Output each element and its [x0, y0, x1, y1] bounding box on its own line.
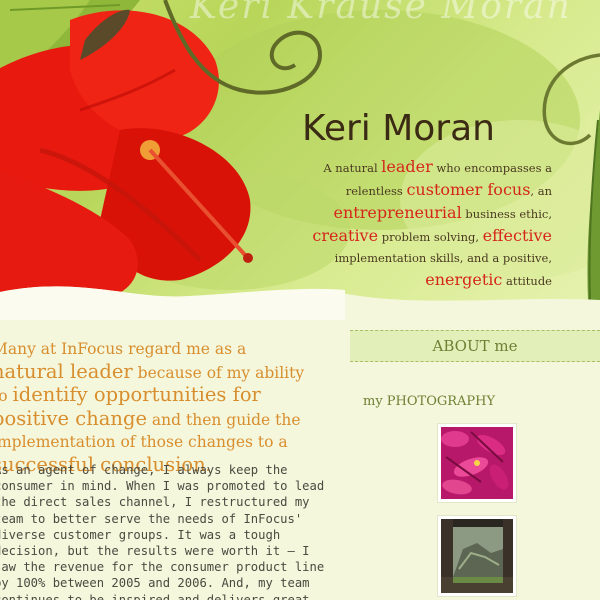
intro-text: Many at InFocus regard me as a — [0, 340, 247, 358]
ruins-photo — [441, 519, 513, 593]
header-watermark: Keri Krause Moran — [190, 0, 572, 27]
tagline: A natural leader who encompasses a relen… — [312, 156, 552, 292]
sidebar: ABOUT me my PHOTOGRAPHY — [350, 320, 600, 600]
site-title: Keri Moran — [302, 108, 495, 149]
tagline-highlight-creative: creative — [312, 226, 379, 245]
about-me-link[interactable]: ABOUT me — [350, 330, 600, 362]
header-banner: Keri Krause Moran Keri Moran A natural l… — [0, 0, 600, 320]
tagline-text: , an — [530, 184, 552, 198]
tagline-text: attitude — [502, 274, 552, 288]
tagline-highlight-leader: leader — [381, 157, 433, 176]
flowers-photo — [441, 427, 513, 499]
tagline-text: business ethic, — [461, 207, 552, 221]
tagline-text: implementation skills, and a positive, — [334, 251, 552, 265]
tagline-highlight-effective: effective — [482, 226, 552, 245]
photo-thumbnail-flowers[interactable] — [437, 423, 517, 503]
tagline-highlight-energetic: energetic — [425, 270, 503, 289]
photography-heading: my PHOTOGRAPHY — [363, 394, 496, 409]
tagline-text: A natural — [323, 161, 382, 175]
intro-emphasis: natural leader — [0, 359, 133, 383]
tagline-highlight-entrepreneurial: entrepreneurial — [333, 203, 462, 222]
tagline-text: problem solving, — [378, 230, 483, 244]
body-paragraph: As an agent of change, I always keep the… — [0, 463, 325, 600]
tagline-highlight-customer-focus: customer focus — [406, 180, 531, 199]
photo-thumbnail-ruins[interactable] — [437, 515, 517, 597]
intro-statement: Many at InFocus regard me as a natural l… — [0, 338, 322, 477]
